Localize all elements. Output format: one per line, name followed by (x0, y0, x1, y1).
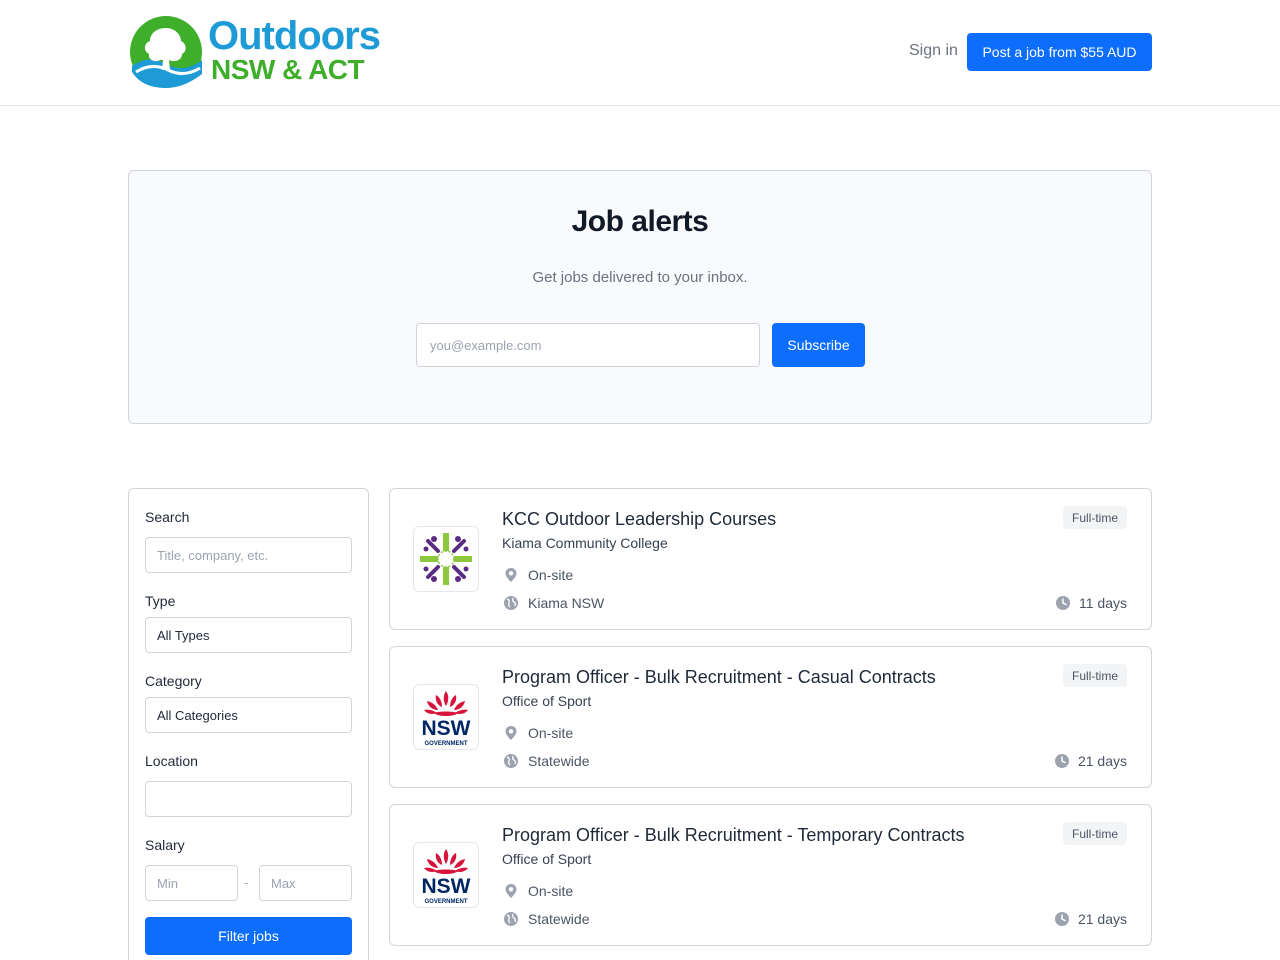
job-workplace: On-site (502, 566, 573, 584)
job-alerts-subtitle: Get jobs delivered to your inbox. (532, 269, 748, 286)
job-title[interactable]: Program Officer - Bulk Recruitment - Tem… (502, 825, 964, 846)
job-workplace-text: On-site (528, 883, 574, 899)
salary-min-input[interactable] (145, 865, 238, 901)
map-pin-icon (502, 566, 520, 584)
type-label: Type (145, 593, 176, 609)
job-age: 11 days (1054, 594, 1127, 612)
nsw-logo-text: NSW (422, 717, 471, 740)
kcc-logo-icon (420, 533, 472, 585)
job-age-text: 21 days (1077, 911, 1127, 927)
job-card[interactable]: NSW GOVERNMENT Program Officer - Bulk Re… (389, 646, 1152, 788)
job-company: Office of Sport (502, 851, 592, 867)
category-select[interactable]: All Categories (145, 697, 352, 733)
job-location: Statewide (502, 910, 589, 928)
job-card[interactable]: KCC Outdoor Leadership Courses Kiama Com… (389, 488, 1152, 630)
clock-icon (1054, 594, 1072, 612)
filters-panel: Search Type All Types Category All Categ… (128, 488, 369, 960)
job-age-text: 11 days (1079, 595, 1127, 611)
nsw-logo-subtext: GOVERNMENT (424, 899, 467, 905)
nsw-government-logo-icon: NSW GOVERNMENT (422, 691, 471, 747)
map-pin-icon (502, 882, 520, 900)
job-age: 21 days (1053, 910, 1127, 928)
site-logo[interactable]: Outdoors NSW & ACT (128, 14, 388, 92)
logo-line1: Outdoors (208, 14, 381, 58)
site-header: Outdoors NSW & ACT Sign in Post a job fr… (0, 0, 1280, 106)
job-type-badge: Full-time (1062, 506, 1127, 529)
salary-max-input[interactable] (259, 865, 352, 901)
nsw-logo-text: NSW (422, 875, 471, 898)
search-label: Search (145, 509, 190, 525)
job-company: Kiama Community College (502, 535, 668, 551)
nsw-government-logo-icon: NSW GOVERNMENT (422, 849, 471, 905)
job-workplace-text: On-site (528, 567, 574, 583)
sign-in-link[interactable]: Sign in (909, 42, 958, 60)
job-workplace: On-site (502, 724, 573, 742)
category-label: Category (145, 673, 202, 689)
map-pin-icon (502, 724, 520, 742)
job-location-text: Statewide (528, 911, 590, 927)
job-workplace: On-site (502, 882, 573, 900)
job-type-badge: Full-time (1062, 822, 1127, 845)
job-title[interactable]: Program Officer - Bulk Recruitment - Cas… (502, 667, 936, 688)
job-location-text: Statewide (528, 753, 590, 769)
job-alerts-panel: Job alerts Get jobs delivered to your in… (128, 170, 1152, 424)
company-logo (413, 526, 479, 592)
company-logo: NSW GOVERNMENT (413, 842, 479, 908)
post-job-button[interactable]: Post a job from $55 AUD (967, 33, 1152, 71)
globe-icon (502, 910, 520, 928)
job-location: Statewide (502, 752, 589, 770)
job-age: 21 days (1053, 752, 1127, 770)
job-alerts-title: Job alerts (571, 205, 709, 238)
logo-line2: NSW & ACT (211, 54, 365, 85)
globe-icon (502, 752, 520, 770)
job-workplace-text: On-site (528, 725, 574, 741)
type-select[interactable]: All Types (145, 617, 352, 653)
subscribe-button[interactable]: Subscribe (772, 323, 865, 367)
location-input[interactable] (145, 781, 352, 817)
job-type-badge: Full-time (1062, 664, 1127, 687)
job-location: Kiama NSW (502, 594, 604, 612)
clock-icon (1053, 910, 1071, 928)
logo-wordmark: Outdoors NSW & ACT (208, 14, 381, 85)
company-logo: NSW GOVERNMENT (413, 684, 479, 750)
job-card[interactable]: NSW GOVERNMENT Program Officer - Bulk Re… (389, 804, 1152, 946)
job-title[interactable]: KCC Outdoor Leadership Courses (502, 509, 776, 530)
tree-logo-icon (130, 16, 202, 88)
filter-jobs-button[interactable]: Filter jobs (145, 917, 352, 955)
search-input[interactable] (145, 537, 352, 573)
globe-icon (502, 594, 520, 612)
salary-dash: - (244, 875, 249, 890)
job-company: Office of Sport (502, 693, 592, 709)
salary-label: Salary (145, 837, 185, 853)
job-age-text: 21 days (1077, 753, 1127, 769)
email-input[interactable] (416, 323, 760, 367)
location-label: Location (145, 753, 198, 769)
nsw-logo-subtext: GOVERNMENT (424, 741, 467, 747)
clock-icon (1053, 752, 1071, 770)
job-location-text: Kiama NSW (528, 595, 605, 611)
